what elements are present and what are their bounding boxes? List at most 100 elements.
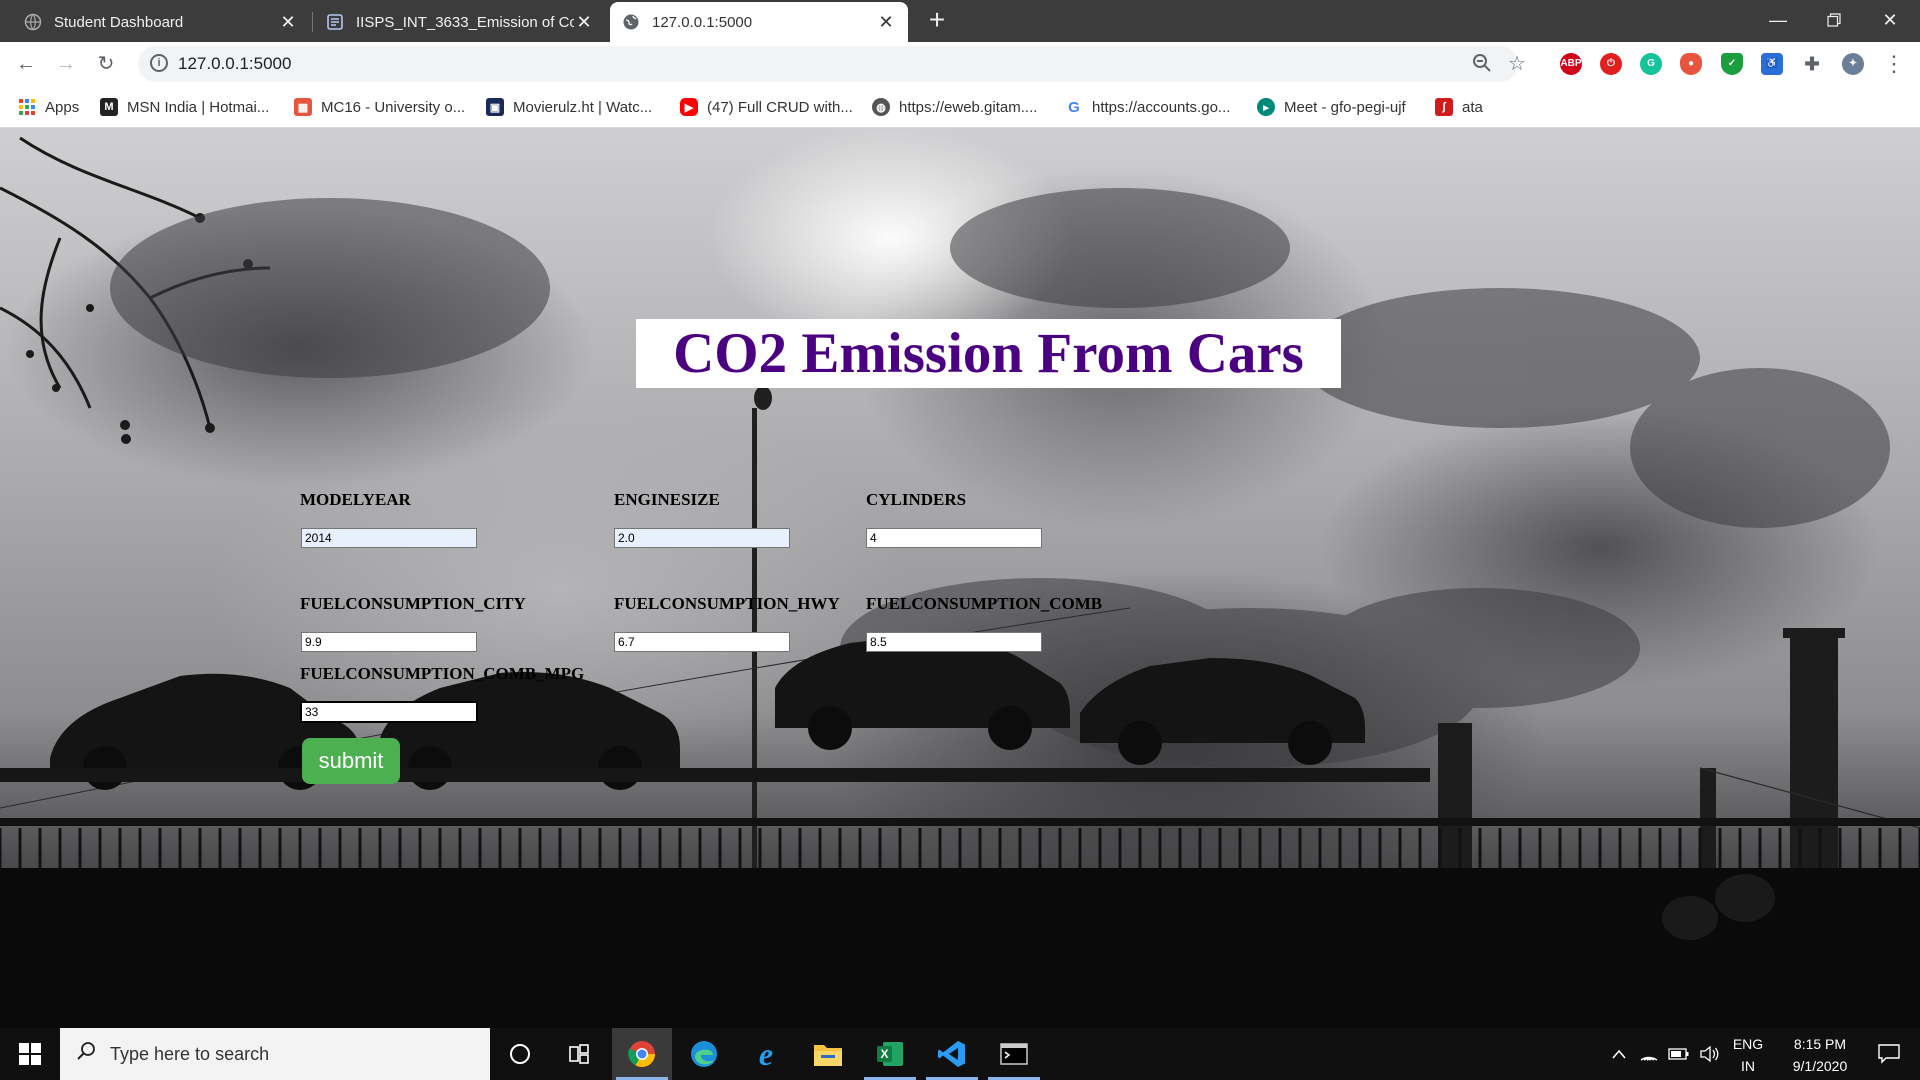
bookmark-movierulz[interactable]: ▣ Movierulz.ht | Watc... <box>486 86 652 128</box>
windows-taskbar: Type here to search e X ENG IN 8:15 PM 9… <box>0 1028 1920 1080</box>
fuelconsumption-city-input[interactable] <box>301 632 477 652</box>
fuelconsumption-comb-input[interactable] <box>866 632 1042 652</box>
task-view-icon[interactable] <box>550 1028 610 1080</box>
notifications-icon[interactable] <box>1864 1028 1914 1080</box>
bookmark-apps[interactable]: Apps <box>18 86 79 128</box>
address-url[interactable]: 127.0.0.1:5000 <box>178 54 291 74</box>
tab-emission-doc[interactable]: IISPS_INT_3633_Emission of Co2 | ✕ <box>314 2 606 42</box>
bookmark-label: MSN India | Hotmai... <box>127 98 270 116</box>
bookmark-red-icon: ʃ <box>1435 98 1453 116</box>
windows-start-icon[interactable] <box>0 1028 60 1080</box>
restore-icon[interactable] <box>1806 0 1862 40</box>
meet-icon: ▸ <box>1257 98 1275 116</box>
globe-favicon-icon <box>622 13 640 31</box>
modelyear-input[interactable] <box>301 528 477 548</box>
adblock-icon[interactable]: ABP <box>1560 53 1582 75</box>
bookmark-label: https://eweb.gitam.... <box>899 98 1038 116</box>
tab-separator <box>312 12 313 32</box>
shield-green-icon[interactable]: ✓ <box>1721 53 1743 75</box>
accessibility-icon[interactable]: ♿ <box>1761 53 1783 75</box>
minimize-icon[interactable]: — <box>1750 0 1806 40</box>
zoom-icon[interactable] <box>1472 53 1492 78</box>
page-title: CO2 Emission From Cars <box>673 322 1304 385</box>
movierulz-icon: ▣ <box>486 98 504 116</box>
close-icon[interactable]: ✕ <box>574 12 594 33</box>
edge-icon[interactable] <box>674 1028 734 1080</box>
fuelconsumption-hwy-label: FUELCONSUMPTION_HWY <box>614 594 840 613</box>
extensions-puzzle-icon[interactable]: ✚ <box>1801 53 1823 75</box>
bookmark-ata[interactable]: ʃ ata <box>1435 86 1483 128</box>
cylinders-label: CYLINDERS <box>866 490 967 509</box>
bookmark-label: ata <box>1462 98 1483 116</box>
bookmark-label: Movierulz.ht | Watc... <box>513 98 653 116</box>
search-placeholder: Type here to search <box>110 1043 270 1064</box>
puzzle-red-icon[interactable]: ● <box>1680 53 1702 75</box>
address-bar[interactable]: i 127.0.0.1:5000 ☆ <box>138 46 1526 82</box>
page-title-banner: CO2 Emission From Cars <box>636 319 1341 388</box>
bookmark-gitam[interactable]: ◍ https://eweb.gitam.... <box>872 86 1037 128</box>
forward-arrow-icon[interactable]: → <box>52 50 80 78</box>
language-code: ENG <box>1732 1036 1764 1052</box>
enginesize-input[interactable] <box>614 528 790 548</box>
clock-time: 8:15 PM <box>1793 1036 1847 1052</box>
volume-icon[interactable] <box>1696 1028 1722 1080</box>
modelyear-label: MODELYEAR <box>300 490 411 509</box>
bookmark-label: (47) Full CRUD with... <box>707 98 853 116</box>
close-icon[interactable]: ✕ <box>278 12 298 33</box>
bookmark-star-icon[interactable]: ☆ <box>1508 51 1526 76</box>
page-content: CO2 Emission From Cars MODELYEAR ENGINES… <box>0 128 1920 1028</box>
ie-icon[interactable]: e <box>736 1028 796 1080</box>
svg-text:X: X <box>880 1047 888 1061</box>
chrome-icon[interactable] <box>612 1028 672 1080</box>
power-icon[interactable]: ⏻ <box>1600 53 1622 75</box>
clock[interactable]: 8:15 PM 9/1/2020 <box>1770 1036 1870 1074</box>
site-info-icon[interactable]: i <box>150 54 168 72</box>
reload-icon[interactable]: ↻ <box>92 50 120 78</box>
fuelconsumption-city-label: FUELCONSUMPTION_CITY <box>300 594 526 613</box>
new-tab-button[interactable]: + <box>922 6 952 36</box>
tab-title: 127.0.0.1:5000 <box>652 13 753 31</box>
back-arrow-icon[interactable]: ← <box>12 50 40 78</box>
tab-title: Student Dashboard <box>54 13 184 31</box>
tab-student-dashboard[interactable]: Student Dashboard ✕ <box>12 2 310 42</box>
close-icon[interactable]: ✕ <box>876 12 896 33</box>
file-explorer-icon[interactable] <box>798 1028 858 1080</box>
excel-icon[interactable]: X <box>860 1028 920 1080</box>
cortana-icon[interactable] <box>490 1028 550 1080</box>
cylinders-input[interactable] <box>866 528 1042 548</box>
menu-kebab-icon[interactable]: ⋮ <box>1880 50 1908 78</box>
submit-button[interactable]: submit <box>302 738 400 784</box>
tab-localhost[interactable]: 127.0.0.1:5000 ✕ <box>610 2 908 42</box>
bookmark-label: Meet - gfo-pegi-ujf <box>1284 98 1406 116</box>
fuelconsumption-comb-mpg-label: FUELCONSUMPTION_COMB_MPG <box>300 664 585 683</box>
grammarly-icon[interactable]: G <box>1640 53 1662 75</box>
fuelconsumption-comb-mpg-input[interactable] <box>300 701 478 723</box>
bookmark-google-accounts[interactable]: G https://accounts.go... <box>1065 86 1230 128</box>
google-icon: G <box>1068 98 1080 116</box>
show-hidden-icons-chevron-icon[interactable] <box>1606 1028 1632 1080</box>
bookmark-meet[interactable]: ▸ Meet - gfo-pegi-ujf <box>1257 86 1406 128</box>
bookmark-mc16[interactable]: ▦ MC16 - University o... <box>294 86 465 128</box>
vscode-icon[interactable] <box>922 1028 982 1080</box>
bookmarks-bar: Apps M MSN India | Hotmai... ▦ MC16 - Un… <box>0 86 1920 128</box>
msn-icon: M <box>100 98 118 116</box>
globe-favicon-icon <box>24 13 42 31</box>
apps-grid-icon <box>18 98 36 116</box>
terminal-icon[interactable] <box>984 1028 1044 1080</box>
calendar-icon: ▦ <box>294 98 312 116</box>
language-indicator[interactable]: ENG IN <box>1728 1036 1768 1074</box>
background-smoke-scene <box>0 136 1920 1028</box>
profile-avatar-icon[interactable]: ✦ <box>1842 53 1864 75</box>
battery-icon[interactable] <box>1666 1028 1692 1080</box>
fuelconsumption-hwy-input[interactable] <box>614 632 790 652</box>
youtube-icon: ▶ <box>680 98 698 116</box>
taskbar-search-box[interactable]: Type here to search <box>60 1028 490 1080</box>
bookmark-label: Apps <box>45 98 80 116</box>
bookmark-msn[interactable]: M MSN India | Hotmai... <box>100 86 269 128</box>
bookmark-youtube[interactable]: ▶ (47) Full CRUD with... <box>680 86 853 128</box>
network-icon[interactable] <box>1636 1028 1662 1080</box>
globe-icon: ◍ <box>872 98 890 116</box>
window-close-icon[interactable]: ✕ <box>1862 0 1918 40</box>
search-icon <box>76 1041 96 1067</box>
bookmark-label: https://accounts.go... <box>1092 98 1231 116</box>
